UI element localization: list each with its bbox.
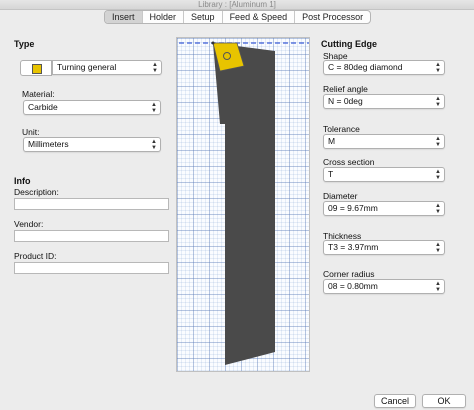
type-select[interactable]: Turning general ▲ ▼ (52, 60, 162, 75)
tolerance-label: Tolerance (323, 124, 360, 134)
shape-select[interactable]: C = 80deg diamond ▲ ▼ (323, 60, 445, 75)
material-value: Carbide (28, 102, 58, 112)
window-title: Library : [Aluminum 1] (0, 0, 474, 10)
cutting-edge-heading: Cutting Edge (321, 39, 377, 49)
tab-holder[interactable]: Holder (143, 11, 185, 23)
description-label: Description: (14, 187, 59, 197)
chevron-up-down-icon: ▲ ▼ (435, 62, 441, 74)
chevron-up-down-icon: ▲ ▼ (435, 169, 441, 181)
description-field[interactable] (14, 198, 169, 210)
thickness-select[interactable]: T3 = 3.97mm ▲ ▼ (323, 240, 445, 255)
tab-insert[interactable]: Insert (105, 11, 143, 23)
chevron-up-down-icon: ▲ ▼ (151, 139, 157, 151)
tolerance-select[interactable]: M ▲ ▼ (323, 134, 445, 149)
thickness-value: T3 = 3.97mm (328, 242, 379, 252)
unit-label: Unit: (22, 127, 40, 137)
product-id-label: Product ID: (14, 251, 57, 261)
turning-insert-icon (32, 64, 42, 74)
cross-section-select[interactable]: T ▲ ▼ (323, 167, 445, 182)
holder-shape (213, 43, 275, 365)
chevron-up-down-icon: ▲ ▼ (435, 281, 441, 293)
chevron-up-down-icon: ▲ ▼ (152, 62, 158, 74)
diameter-label: Diameter (323, 191, 358, 201)
corner-radius-label: Corner radius (323, 269, 375, 279)
cancel-button[interactable]: Cancel (374, 394, 416, 408)
tool-tip-point (211, 41, 215, 45)
chevron-up-down-icon: ▲ ▼ (435, 203, 441, 215)
relief-angle-value: N = 0deg (328, 96, 363, 106)
tab-bar: Insert Holder Setup Feed & Speed Post Pr… (104, 10, 372, 24)
type-value: Turning general (57, 62, 117, 72)
shape-value: C = 80deg diamond (328, 62, 403, 72)
chevron-up-down-icon: ▲ ▼ (151, 102, 157, 114)
relief-angle-select[interactable]: N = 0deg ▲ ▼ (323, 94, 445, 109)
chevron-up-down-icon: ▲ ▼ (435, 242, 441, 254)
tab-setup[interactable]: Setup (184, 11, 223, 23)
unit-value: Millimeters (28, 139, 69, 149)
tool-drawing (179, 41, 309, 365)
unit-select[interactable]: Millimeters ▲ ▼ (23, 137, 161, 152)
type-icon (20, 60, 52, 76)
cross-section-label: Cross section (323, 157, 375, 167)
diameter-value: 09 = 9.67mm (328, 203, 378, 213)
type-heading: Type (14, 39, 35, 49)
vendor-label: Vendor: (14, 219, 44, 229)
material-select[interactable]: Carbide ▲ ▼ (23, 100, 161, 115)
ok-button[interactable]: OK (422, 394, 466, 408)
corner-radius-value: 08 = 0.80mm (328, 281, 378, 291)
info-heading: Info (14, 176, 31, 186)
relief-angle-label: Relief angle (323, 84, 368, 94)
material-label: Material: (22, 89, 55, 99)
product-id-field[interactable] (14, 262, 169, 274)
chevron-up-down-icon: ▲ ▼ (435, 136, 441, 148)
tab-post-processor[interactable]: Post Processor (295, 11, 370, 23)
tolerance-value: M (328, 136, 336, 146)
diameter-select[interactable]: 09 = 9.67mm ▲ ▼ (323, 201, 445, 216)
vendor-field[interactable] (14, 230, 169, 242)
cross-section-value: T (328, 169, 334, 179)
tool-preview (176, 37, 310, 372)
corner-radius-select[interactable]: 08 = 0.80mm ▲ ▼ (323, 279, 445, 294)
chevron-up-down-icon: ▲ ▼ (435, 96, 441, 108)
tab-feed-speed[interactable]: Feed & Speed (223, 11, 296, 23)
